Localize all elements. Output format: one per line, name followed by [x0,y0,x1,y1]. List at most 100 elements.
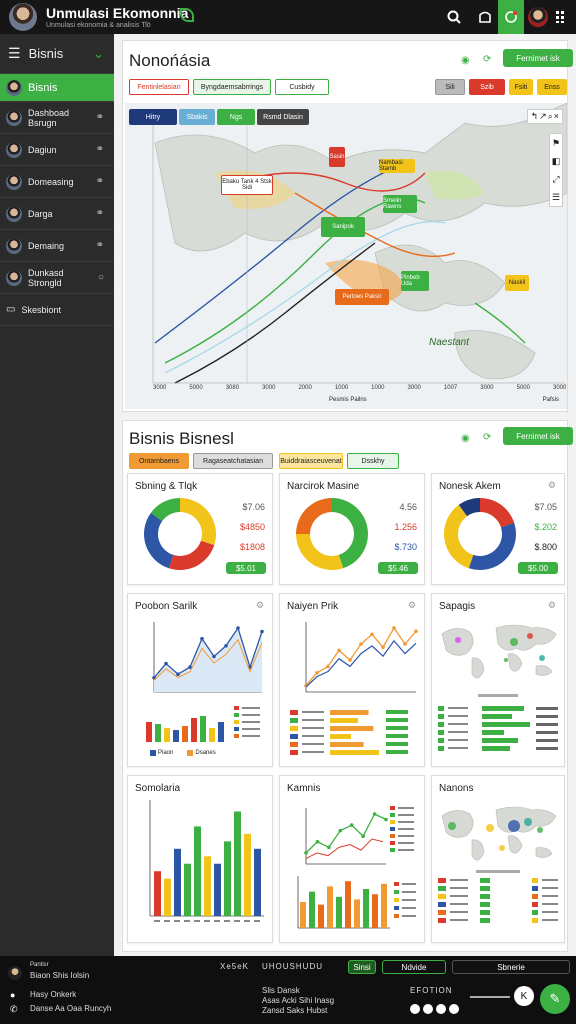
footer-button[interactable]: Sbnerie [452,960,570,974]
sidebar-item-dunkasd[interactable]: Dunkasd Strongld ○ [0,262,114,294]
link-icon[interactable]: ⚭ [96,208,104,219]
expand-icon[interactable]: ⤢ [550,170,562,188]
refresh-icon[interactable]: ⟳ [483,54,491,65]
refresh-icon[interactable] [498,0,524,34]
dot-icon[interactable] [423,1004,433,1014]
sidebar-item-bisnis[interactable]: Bisnis [0,74,114,102]
chat-icon[interactable] [471,0,499,34]
chart-card[interactable]: Nanons [431,775,565,943]
settings-icon[interactable]: ⚙ [548,480,556,491]
chart-card[interactable]: Somolaria [127,775,273,943]
fab-add-button[interactable]: ✎ [540,984,570,1014]
layer-toggle[interactable]: Rsmd Dlasin [257,109,309,125]
circle-icon[interactable]: ● [10,990,15,1000]
legend-swatch [438,878,446,883]
layer-toggle[interactable]: Ngs [217,109,255,125]
menu-icon[interactable]: ☰ [8,45,21,62]
sidebar-item-demaing[interactable]: Demaing ⚭ [0,230,114,262]
phone-icon[interactable]: ✆ [10,1004,18,1015]
data-point [315,839,320,844]
footer-button[interactable]: Sinsi [348,960,376,974]
link-icon[interactable]: ⚭ [96,240,104,251]
play-icon[interactable]: K [514,986,534,1006]
pointer-icon[interactable]: ↗ [539,111,547,122]
settings-icon[interactable]: ⚙ [256,600,264,611]
settings-icon[interactable]: ⚙ [548,600,556,611]
chart-card[interactable]: Sapagis ⚙ [431,593,565,767]
export-button[interactable]: Fernimet isk [503,49,573,67]
bar [244,833,251,916]
value-label: 1.256 [394,522,417,532]
chart-card[interactable]: Narcirok Masine 4.56 1.256 $.730 $5.46 [279,473,425,585]
close-icon[interactable]: × [554,111,559,122]
export-button[interactable]: Fernimet isk [503,427,573,445]
filter-chip[interactable]: Fentinlelasian [129,79,189,95]
map-callout[interactable]: Smelin Rawns [383,195,417,213]
map-view[interactable]: Hitry Sbakis Ngs Rsmd Dlasin ↰ ↗ ⌕ × ⚑ ◧… [125,103,567,409]
sidebar-item-dagiun[interactable]: Dagiun ⚭ [0,134,114,166]
pin-icon[interactable]: ↰ [531,111,539,122]
tick-label: 3000 [153,385,167,391]
settings-icon[interactable]: ⚙ [408,600,416,611]
search-icon[interactable] [440,0,468,34]
map-callout[interactable]: Pinbeb Uda [401,271,429,291]
map-marker [527,633,533,639]
filter-chip[interactable]: Buiddraiasceuvenat [279,453,343,469]
map-callout[interactable]: Nambasi Stamb [379,159,415,173]
map-callout[interactable]: Ebaku Tank 4 Stsk Sidi [221,175,273,195]
layers-icon[interactable]: ◧ [550,152,562,170]
link-icon[interactable]: ⚭ [96,176,104,187]
filter-chip[interactable]: Ontambaens [129,453,189,469]
link-icon[interactable]: ⚭ [96,112,104,123]
circle-icon[interactable]: ○ [98,272,104,283]
filter-chip[interactable]: Cusbidy [275,79,329,95]
sidebar-item-darga[interactable]: Darga ⚭ [0,198,114,230]
grid-icon[interactable] [548,0,576,34]
map-callout[interactable]: Sasin [329,147,345,167]
chart-card[interactable]: Poobon Sarilk ⚙ Piaon Dsanes [127,593,273,767]
map-callout[interactable]: Pertoes Paksir [335,289,389,305]
menu-icon[interactable]: ☰ [550,188,562,206]
dot-icon[interactable] [436,1004,446,1014]
bar [234,811,241,916]
sidebar-item-domeasing[interactable]: Domeasing ⚭ [0,166,114,198]
chart-card[interactable]: Naiyen Prik ⚙ [279,593,425,767]
legend-swatch [438,706,444,711]
action-button[interactable]: Fsiti [509,79,533,95]
chart-card[interactable]: Kamnis [279,775,425,943]
eye-icon[interactable]: ◉ [461,55,470,66]
refresh-icon[interactable]: ⟳ [483,432,491,443]
footer-button[interactable]: Ndvide [382,960,446,974]
action-button[interactable]: Enss [537,79,567,95]
eye-icon[interactable]: ◉ [461,433,470,444]
chart-card[interactable]: Nonesk Akem ⚙ $7.05 $.202 $.800 $5.00 [431,473,565,585]
filter-chip[interactable]: Ragaseatchatasian [193,453,273,469]
flag-icon[interactable]: ⚑ [550,134,562,152]
x-axis-label: Pesmis Pailns [329,397,367,403]
tick-label [174,920,180,922]
legend-text [402,883,416,885]
layer-toggle[interactable]: Sbakis [179,109,215,125]
map-marker [504,658,508,662]
map-callout[interactable]: Naskil [505,275,529,291]
sidebar-header[interactable]: ☰ Bisnis ⌄ [0,34,114,74]
dot-icon[interactable] [410,1004,420,1014]
dot-icon[interactable] [449,1004,459,1014]
sidebar-item-dashboard[interactable]: Dashboad Bsrugn ⚭ [0,102,114,134]
sidebar-item-skesbiont[interactable]: ▭ Skesbiont [0,294,114,326]
link-icon[interactable]: ⚭ [96,144,104,155]
map-marker [508,820,520,832]
chevron-down-icon[interactable]: ⌄ [93,46,104,62]
action-button[interactable]: Szib [469,79,505,95]
search-icon[interactable]: ⌕ [548,111,553,122]
map-callout[interactable]: Sanipok [321,217,365,237]
value-tag [386,734,408,738]
filter-chip[interactable]: Dsskhy [347,453,399,469]
chart-card[interactable]: Sbning & Tlqk $7.06 $4850 $1808 $5.01 [127,473,273,585]
layer-toggle[interactable]: Hitry [129,109,177,125]
legend-text [242,714,260,716]
filter-chip[interactable]: Byngdaemsabrrings [193,79,271,95]
action-button[interactable]: Sili [435,79,465,95]
legend-swatch [438,730,444,735]
slider-track[interactable] [470,996,510,998]
